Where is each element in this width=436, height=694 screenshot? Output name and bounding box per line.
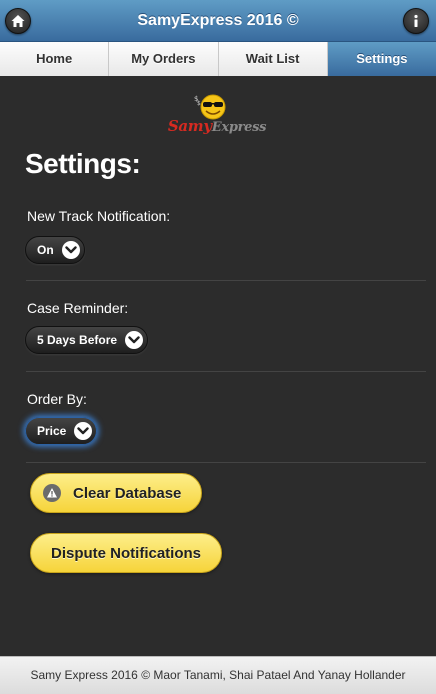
home-button[interactable] [5, 8, 31, 34]
track-notification-select[interactable]: On [25, 236, 85, 264]
header-bar: SamyExpress 2016 © [0, 0, 436, 42]
tab-wait-list[interactable]: Wait List [218, 42, 328, 76]
nav-bar: Home My Orders Wait List Settings [0, 42, 436, 76]
track-notification-label: New Track Notification: [27, 208, 171, 224]
order-by-value: Price [37, 424, 67, 438]
case-reminder-select[interactable]: 5 Days Before [25, 326, 149, 354]
chevron-down-icon [61, 241, 80, 259]
divider [26, 280, 426, 281]
chevron-down-icon [125, 331, 144, 349]
dispute-notifications-label: Dispute Notifications [51, 544, 202, 562]
tab-home[interactable]: Home [0, 42, 110, 76]
tab-settings[interactable]: Settings [327, 42, 436, 76]
tab-my-orders[interactable]: My Orders [109, 42, 219, 76]
logo-express: Express [211, 120, 267, 135]
settings-content: $ $ SamyExpress Settings: New Track Noti… [0, 76, 436, 656]
footer-credits: Samy Express 2016 © Maor Tanami, Shai Pa… [30, 668, 406, 682]
samy-express-logo: $ $ SamyExpress [155, 90, 279, 135]
case-reminder-value: 5 Days Before [37, 333, 118, 347]
logo-wordmark: SamyExpress [155, 117, 279, 135]
divider [26, 462, 426, 463]
warning-icon [43, 484, 61, 502]
order-by-label: Order By: [27, 391, 87, 407]
clear-database-label: Clear Database [73, 484, 182, 502]
logo-samy: Samy [167, 117, 212, 135]
svg-text:$: $ [197, 100, 201, 107]
app-title: SamyExpress 2016 © [137, 12, 299, 29]
order-by-select[interactable]: Price [25, 417, 98, 445]
page-title: Settings: [25, 148, 141, 179]
case-reminder-label: Case Reminder: [27, 300, 129, 316]
home-icon [11, 15, 25, 27]
clear-database-button[interactable]: Clear Database [30, 473, 203, 513]
divider [26, 371, 426, 372]
track-notification-value: On [37, 243, 54, 257]
info-icon [414, 14, 418, 27]
footer-bar: Samy Express 2016 © Maor Tanami, Shai Pa… [0, 656, 436, 694]
chevron-down-icon [74, 422, 93, 440]
dispute-notifications-button[interactable]: Dispute Notifications [30, 533, 223, 573]
info-button[interactable] [403, 8, 429, 34]
